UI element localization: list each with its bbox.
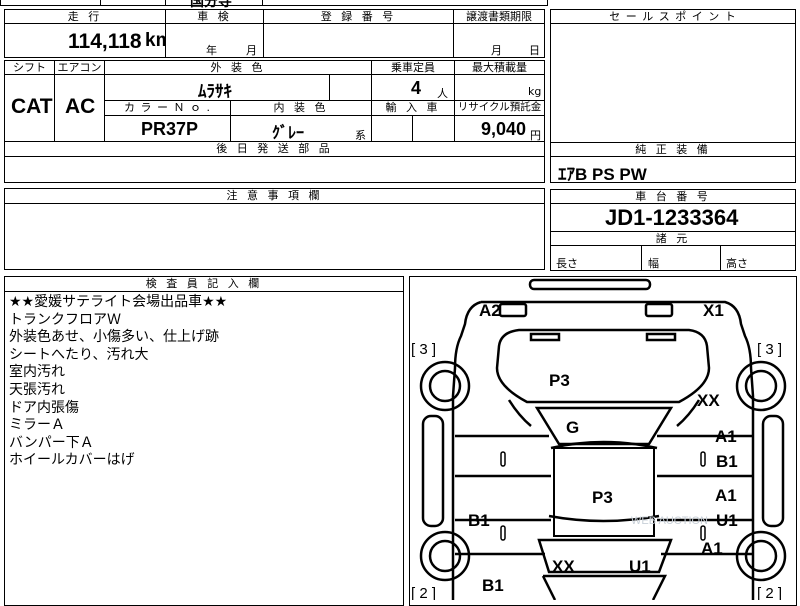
- top-divider: [165, 0, 166, 6]
- capacity-header: 乗車定員: [371, 60, 455, 75]
- import-header: 輸 入 車: [371, 100, 455, 116]
- dimensions-divider: [641, 245, 642, 271]
- chassis-value: JD1-1233364: [605, 205, 739, 230]
- bracket-bottom-left: [ 2 ]: [411, 585, 436, 600]
- remark-line: トランクフロアＷ: [9, 311, 121, 328]
- mark-xx-right: XX: [697, 391, 720, 410]
- transfer-header: 譲渡書類期限: [453, 9, 545, 24]
- interior-color-value: ｸﾞﾚｰ: [272, 125, 305, 142]
- notes-cell: [4, 203, 545, 270]
- dimensions-header: 諸 元: [550, 231, 796, 246]
- top-divider: [100, 0, 101, 6]
- inspection-header: 車 検: [165, 9, 264, 24]
- color-no-header: カ ラ ー Ｎ ｏ .: [104, 100, 231, 116]
- aircon-header: エアコン: [54, 60, 105, 75]
- exterior-color-value: ﾑﾗｻｷ: [198, 82, 232, 101]
- remark-line: ホイールカバーはげ: [9, 452, 135, 469]
- mark-a1-door2: A1: [715, 486, 737, 505]
- mark-a2: A2: [479, 301, 501, 320]
- mark-a1-rear: A1: [701, 539, 723, 558]
- mark-xx-rear: XX: [552, 557, 575, 576]
- recycle-header: リサイクル預託金: [454, 100, 545, 116]
- mark-b1-left: B1: [468, 511, 490, 530]
- later-parts-header: 後 日 発 送 部 品: [4, 141, 545, 157]
- mark-g: G: [566, 418, 579, 437]
- sales-point-cell: [550, 23, 796, 143]
- remark-line: ★★愛媛サテライト会場出品車★★: [9, 294, 228, 310]
- notes-header: 注 意 事 項 欄: [4, 188, 545, 204]
- max-load-unit: kg: [528, 85, 542, 98]
- dimensions-cell: [550, 245, 796, 271]
- mark-a1-door1: A1: [715, 427, 737, 446]
- interior-color-header: 内 装 色: [230, 100, 372, 116]
- shift-value: CAT: [11, 95, 53, 118]
- mark-b1-door1: B1: [716, 452, 738, 471]
- inspection-year-label: 年: [206, 44, 217, 57]
- mark-x1: X1: [703, 301, 724, 320]
- genuine-value: ｴｱB PS PW: [558, 165, 647, 184]
- bracket-top-left: [ 3 ]: [411, 341, 436, 358]
- bracket-bottom-right: [ 2 ]: [757, 585, 782, 600]
- mileage-value: 114,118: [68, 30, 142, 53]
- mark-u1-rear: U1: [629, 557, 651, 576]
- mark-b1-rear: B1: [482, 576, 504, 595]
- registration-header: 登 録 番 号: [263, 9, 454, 24]
- remark-line: ミラーＡ: [9, 417, 65, 434]
- mileage-header: 走 行: [4, 9, 166, 24]
- capacity-unit: 人: [437, 87, 448, 100]
- remark-line: バンパー下Ａ: [9, 434, 94, 451]
- exterior-color-header: 外 装 色: [104, 60, 372, 75]
- mark-p3-roof: P3: [592, 488, 613, 507]
- mark-u1-door2: U1: [716, 511, 738, 530]
- remark-line: 天張汚れ: [9, 381, 65, 398]
- width-label: 幅: [648, 257, 659, 270]
- color-no-value: PR37P: [141, 119, 199, 139]
- transfer-month-label: 月: [491, 44, 502, 57]
- max-load-header: 最大積載量: [454, 60, 545, 75]
- shift-header: シフト: [4, 60, 55, 75]
- registration-cell: [263, 23, 454, 58]
- remark-line: 室内汚れ: [9, 364, 65, 381]
- aircon-value: AC: [65, 95, 96, 118]
- watermark: WEB AUCTION: [631, 515, 708, 527]
- chassis-header: 車 台 番 号: [550, 189, 796, 204]
- height-label: 高さ: [726, 257, 748, 270]
- car-diagram: A2 X1 P3 XX G A1 B1 P3 A1 U1 B1 A1 XX U1…: [411, 278, 787, 600]
- mark-p3-front: P3: [549, 371, 570, 390]
- exterior-color-divider: [329, 74, 330, 101]
- later-parts-cell: [4, 156, 545, 183]
- inspector-remarks: ★★愛媛サテライト会場出品車★★ トランクフロアＷ 外装色あせ、小傷多い、仕上げ…: [9, 294, 401, 470]
- top-divider: [262, 0, 263, 6]
- transfer-day-label: 日: [529, 44, 540, 57]
- length-label: 長さ: [556, 257, 578, 270]
- dimensions-divider: [720, 245, 721, 271]
- remark-line: ドア内張傷: [9, 399, 79, 416]
- inspection-month-label: 月: [246, 44, 257, 57]
- genuine-header: 純 正 装 備: [550, 142, 796, 157]
- remark-line: 外装色あせ、小傷多い、仕上げ跡: [9, 329, 219, 346]
- inspector-header: 検 査 員 記 入 欄: [4, 276, 404, 292]
- top-strip: [0, 0, 548, 6]
- import-cell: [371, 115, 455, 142]
- import-divider: [412, 115, 413, 142]
- capacity-value: 4: [411, 78, 422, 98]
- exterior-color-cell: [104, 74, 372, 101]
- recycle-value: 9,040: [481, 119, 527, 139]
- remark-line: シートへたり、汚れ大: [9, 346, 149, 363]
- bracket-top-right: [ 3 ]: [757, 341, 782, 358]
- sales-point-header: セ ー ル ス ポ イ ン ト: [550, 9, 796, 24]
